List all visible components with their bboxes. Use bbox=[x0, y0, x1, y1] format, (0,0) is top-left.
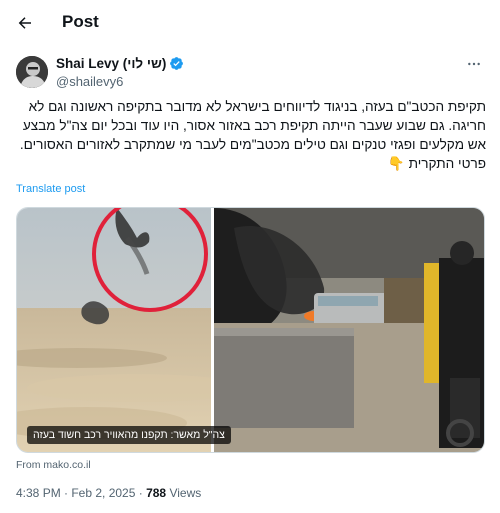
back-button[interactable] bbox=[14, 12, 36, 34]
media-caption: צה"ל מאשר: תקפנו מהאוויר רכב חשוד בעזה bbox=[27, 426, 231, 444]
media-image-left[interactable] bbox=[17, 208, 247, 452]
post-timestamp[interactable]: 4:38 PM · Feb 2, 2025 · bbox=[16, 486, 146, 500]
author-name-row[interactable]: Shai Levy (שי לוי) bbox=[56, 56, 184, 71]
link-source[interactable]: From mako.co.il bbox=[16, 459, 91, 471]
views-count: 788 bbox=[146, 486, 167, 500]
page-header: Post bbox=[0, 0, 500, 46]
author-handle[interactable]: @shailevy6 bbox=[56, 74, 123, 89]
author-name[interactable]: Shai Levy (שי לוי) bbox=[56, 56, 166, 71]
post-media[interactable]: צה"ל מאשר: תקפנו מהאוויר רכב חשוד בעזה bbox=[16, 207, 485, 453]
more-options-button[interactable] bbox=[464, 56, 484, 72]
post-text: תקיפת הכטב"ם בעזה, בניגוד לדיווחים בישרא… bbox=[19, 99, 486, 171]
avatar[interactable] bbox=[16, 56, 48, 88]
more-options-icon bbox=[468, 62, 480, 66]
media-image-right[interactable] bbox=[214, 208, 484, 452]
views-label: Views bbox=[166, 486, 202, 500]
post-meta: 4:38 PM · Feb 2, 2025 · 788 Views bbox=[16, 486, 201, 500]
back-arrow-icon bbox=[18, 17, 31, 29]
translate-post-link[interactable]: Translate post bbox=[16, 183, 85, 195]
post-author: Shai Levy (שי לוי) @shailevy6 bbox=[16, 56, 486, 96]
verified-badge-icon bbox=[170, 57, 184, 70]
page-title: Post bbox=[62, 12, 99, 31]
